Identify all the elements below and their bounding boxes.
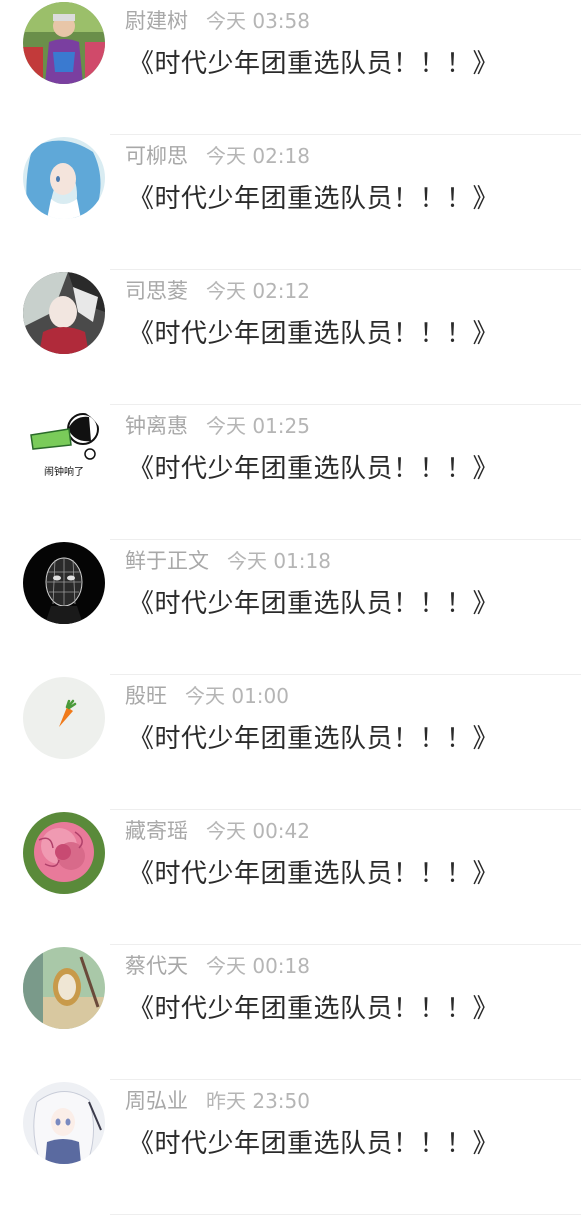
message-text: 《时代少年团重选队员！！！》 [128,454,500,484]
message-time: 今天 00:42 [206,819,310,843]
anime-white-hair-avatar[interactable] [23,272,105,354]
sender-name: 钟离惠 [125,414,188,438]
message-text: 《时代少年团重选队员！！！》 [128,994,500,1024]
message-text: 《时代少年团重选队员！！！》 [128,49,500,79]
message-time: 今天 00:18 [206,954,310,978]
message-meta: 蔡代天 今天 00:18 [125,950,310,980]
message-meta: 鲜于正文 今天 01:18 [125,545,331,575]
message-meta: 周弘业 昨天 23:50 [125,1085,310,1115]
alarm-meme-avatar[interactable]: 闹钟响了 [23,407,105,489]
message-time: 今天 02:12 [206,279,310,303]
carrot-avatar[interactable] [23,677,105,759]
list-item[interactable]: 蔡代天 今天 00:18 《时代少年团重选队员！！！》 [0,945,581,1080]
vintage-mirror-avatar[interactable] [23,947,105,1029]
sender-name: 司思菱 [125,279,188,303]
message-text: 《时代少年团重选队员！！！》 [128,724,500,754]
message-text: 《时代少年团重选队员！！！》 [128,1129,500,1159]
message-time: 今天 02:18 [206,144,310,168]
message-time: 昨天 23:50 [206,1089,310,1113]
message-text: 《时代少年团重选队员！！！》 [128,859,500,889]
message-text: 《时代少年团重选队员！！！》 [128,319,500,349]
list-item[interactable]: 尉建树 今天 03:58 《时代少年团重选队员！！！》 [0,0,581,135]
message-text: 《时代少年团重选队员！！！》 [128,589,500,619]
dark-mask-avatar[interactable] [23,542,105,624]
message-time: 今天 01:25 [206,414,310,438]
person-photo-avatar[interactable] [23,2,105,84]
message-meta: 尉建树 今天 03:58 [125,5,310,35]
list-item[interactable]: 闹钟响了 钟离惠 今天 01:25 《时代少年团重选队员！！！》 [0,405,581,540]
message-time: 今天 03:58 [206,9,310,33]
list-item[interactable]: 周弘业 昨天 23:50 《时代少年团重选队员！！！》 [0,1080,581,1215]
sender-name: 尉建树 [125,9,188,33]
message-list: 尉建树 今天 03:58 《时代少年团重选队员！！！》 可柳思 今天 02:18 《… [0,0,581,1215]
sender-name: 可柳思 [125,144,188,168]
message-meta: 钟离惠 今天 01:25 [125,410,310,440]
anime-girl-blue-hair-avatar[interactable] [23,137,105,219]
list-item[interactable]: 可柳思 今天 02:18 《时代少年团重选队员！！！》 [0,135,581,270]
message-meta: 藏寄瑶 今天 00:42 [125,815,310,845]
sender-name: 藏寄瑶 [125,819,188,843]
message-meta: 司思菱 今天 02:12 [125,275,310,305]
sender-name: 殷旺 [125,684,167,708]
anime-girl-white-hair-avatar[interactable] [23,1082,105,1164]
message-time: 今天 01:18 [227,549,331,573]
message-meta: 殷旺 今天 01:00 [125,680,289,710]
list-item[interactable]: 殷旺 今天 01:00 《时代少年团重选队员！！！》 [0,675,581,810]
sender-name: 鲜于正文 [125,549,209,573]
sender-name: 蔡代天 [125,954,188,978]
list-item[interactable]: 鲜于正文 今天 01:18 《时代少年团重选队员！！！》 [0,540,581,675]
sender-name: 周弘业 [125,1089,188,1113]
list-item[interactable]: 司思菱 今天 02:12 《时代少年团重选队员！！！》 [0,270,581,405]
avatar-caption: 闹钟响了 [44,465,84,478]
message-text: 《时代少年团重选队员！！！》 [128,184,500,214]
pink-flower-avatar[interactable] [23,812,105,894]
list-item[interactable]: 藏寄瑶 今天 00:42 《时代少年团重选队员！！！》 [0,810,581,945]
message-meta: 可柳思 今天 02:18 [125,140,310,170]
message-time: 今天 01:00 [185,684,289,708]
